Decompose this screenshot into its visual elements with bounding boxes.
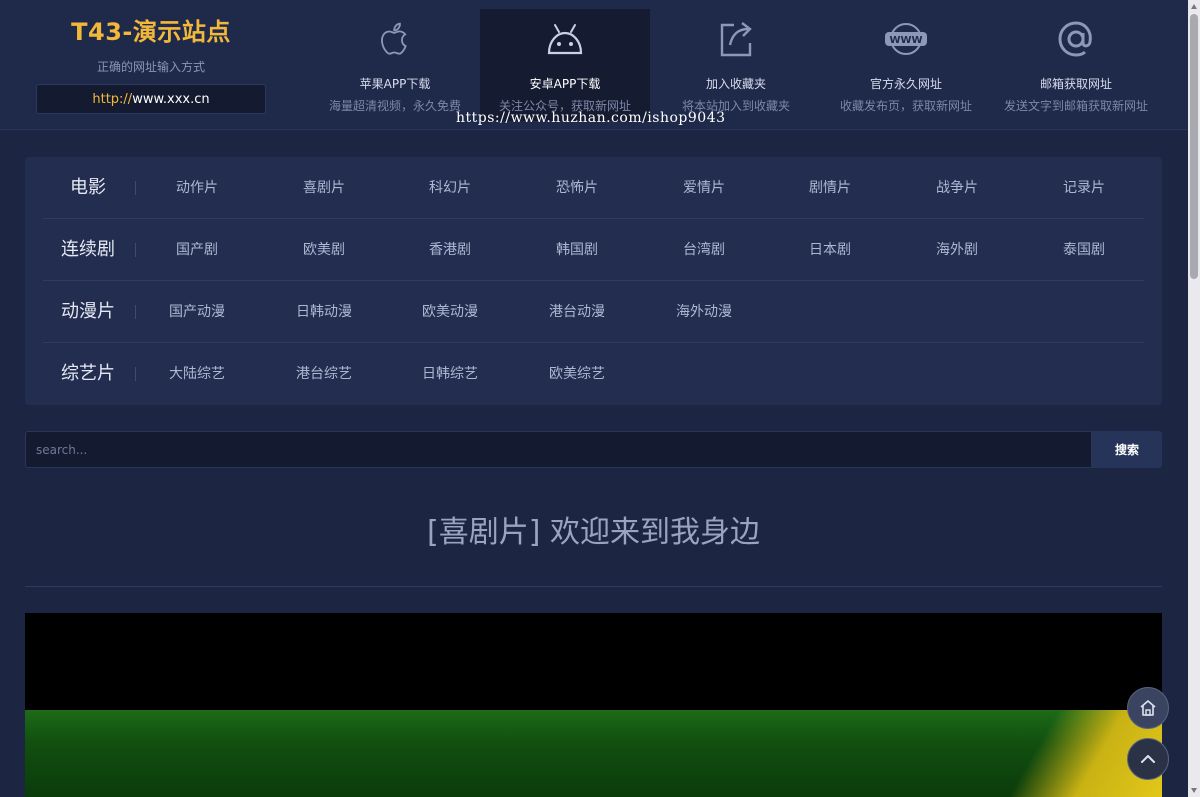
category-link[interactable]: 战争片 [907, 157, 1007, 219]
category-link[interactable]: 剧情片 [780, 157, 880, 219]
nav-desc: 收藏发布页，获取新网址 [839, 99, 972, 113]
apple-icon [381, 22, 407, 55]
category-links: 动作片 喜剧片 科幻片 恐怖片 爱情片 剧情片 战争片 记录片 [147, 157, 1137, 219]
www-icon: WWW [885, 23, 927, 55]
category-link[interactable]: 泰国剧 [1034, 219, 1134, 281]
nav-label: 加入收藏夹 [705, 77, 766, 91]
header-nav: 苹果APP下载 海量超清视频，永久免费 安卓APP下载 关注公众号，获取新网址 … [310, 9, 1170, 121]
category-link[interactable]: 海外剧 [907, 219, 1007, 281]
category-links: 国产动漫 日韩动漫 欧美动漫 港台动漫 海外动漫 [147, 281, 1137, 343]
category-link[interactable]: 大陆综艺 [147, 343, 247, 405]
android-icon [547, 24, 583, 55]
category-link[interactable]: 欧美剧 [274, 219, 374, 281]
scroll-thumb[interactable] [1190, 14, 1198, 279]
search-bar: 搜索 [25, 431, 1162, 468]
logo-block: T43-演示站点 正确的网址输入方式 http://www.xxx.cn [36, 16, 266, 114]
category-row-variety: 综艺片 大陆综艺 港台综艺 日韩综艺 欧美综艺 [43, 343, 1144, 405]
divider [135, 243, 136, 257]
url-display: http://www.xxx.cn [36, 84, 266, 114]
category-link[interactable]: 港台动漫 [527, 281, 627, 343]
category-link[interactable]: 日韩动漫 [274, 281, 374, 343]
svg-text:WWW: WWW [889, 35, 922, 46]
logo-subtitle: 正确的网址输入方式 [96, 60, 205, 74]
back-to-top-button[interactable] [1127, 738, 1169, 780]
nav-label: 官方永久网址 [869, 77, 942, 91]
category-link[interactable]: 喜剧片 [274, 157, 374, 219]
category-link[interactable]: 科幻片 [400, 157, 500, 219]
nav-item-email-url[interactable]: 邮箱获取网址 发送文字到邮箱获取新网址 [991, 9, 1161, 121]
category-link[interactable]: 欧美综艺 [527, 343, 627, 405]
category-row-movies: 电影 动作片 喜剧片 科幻片 恐怖片 爱情片 剧情片 战争片 记录片 [43, 157, 1144, 219]
site-logo[interactable]: T43-演示站点 [36, 16, 266, 48]
watermark-url: https://www.huzhan.com/ishop9043 [456, 110, 726, 126]
category-title[interactable]: 综艺片 [43, 343, 133, 405]
category-link[interactable]: 韩国剧 [527, 219, 627, 281]
page-scrollbar[interactable] [1188, 0, 1200, 797]
share-icon [720, 22, 752, 57]
nav-label: 邮箱获取网址 [1039, 77, 1112, 91]
video-frame [25, 710, 1162, 797]
divider [135, 367, 136, 381]
category-link[interactable]: 国产动漫 [147, 281, 247, 343]
search-input[interactable] [25, 431, 1092, 468]
divider [135, 181, 136, 195]
category-link[interactable]: 台湾剧 [654, 219, 754, 281]
nav-item-official-url[interactable]: WWW 官方永久网址 收藏发布页，获取新网址 [821, 9, 991, 121]
url-host: www.xxx.cn [132, 92, 210, 107]
at-icon [1058, 21, 1092, 57]
video-player[interactable] [25, 613, 1162, 797]
category-link[interactable]: 爱情片 [654, 157, 754, 219]
category-links: 大陆综艺 港台综艺 日韩综艺 欧美综艺 [147, 343, 1137, 405]
home-icon [1140, 700, 1156, 716]
nav-item-apple-app[interactable]: 苹果APP下载 海量超清视频，永久免费 [310, 9, 480, 121]
category-link[interactable]: 恐怖片 [527, 157, 627, 219]
nav-item-add-favorites[interactable]: 加入收藏夹 将本站加入到收藏夹 [651, 9, 821, 121]
category-link[interactable]: 日韩综艺 [400, 343, 500, 405]
category-link[interactable]: 记录片 [1034, 157, 1134, 219]
category-link[interactable]: 日本剧 [780, 219, 880, 281]
category-link[interactable]: 香港剧 [400, 219, 500, 281]
search-button[interactable]: 搜索 [1092, 431, 1162, 468]
category-row-anime: 动漫片 国产动漫 日韩动漫 欧美动漫 港台动漫 海外动漫 [43, 281, 1144, 343]
category-title[interactable]: 连续剧 [43, 219, 133, 281]
category-row-series: 连续剧 国产剧 欧美剧 香港剧 韩国剧 台湾剧 日本剧 海外剧 泰国剧 [43, 219, 1144, 281]
category-title[interactable]: 电影 [43, 157, 133, 219]
divider [25, 586, 1162, 587]
category-links: 国产剧 欧美剧 香港剧 韩国剧 台湾剧 日本剧 海外剧 泰国剧 [147, 219, 1137, 281]
nav-desc: 海量超清视频，永久免费 [328, 99, 461, 113]
nav-label: 苹果APP下载 [359, 77, 431, 91]
category-link[interactable]: 港台综艺 [274, 343, 374, 405]
scroll-down-arrow[interactable] [1191, 788, 1197, 793]
category-link[interactable]: 动作片 [147, 157, 247, 219]
category-title[interactable]: 动漫片 [43, 281, 133, 343]
url-protocol: http:// [92, 92, 133, 107]
home-button[interactable] [1127, 687, 1169, 729]
scroll-up-arrow[interactable] [1191, 4, 1197, 9]
nav-desc: 发送文字到邮箱获取新网址 [1003, 99, 1148, 113]
nav-label: 安卓APP下载 [529, 77, 601, 91]
category-link[interactable]: 海外动漫 [654, 281, 754, 343]
divider [135, 305, 136, 319]
chevron-up-icon [1141, 755, 1155, 763]
category-link[interactable]: 欧美动漫 [400, 281, 500, 343]
nav-item-android-app[interactable]: 安卓APP下载 关注公众号，获取新网址 [480, 9, 650, 121]
page-title: [喜剧片] 欢迎来到我身边 [427, 515, 760, 550]
category-panel: 电影 动作片 喜剧片 科幻片 恐怖片 爱情片 剧情片 战争片 记录片 连续剧 国… [25, 157, 1162, 405]
category-link[interactable]: 国产剧 [147, 219, 247, 281]
